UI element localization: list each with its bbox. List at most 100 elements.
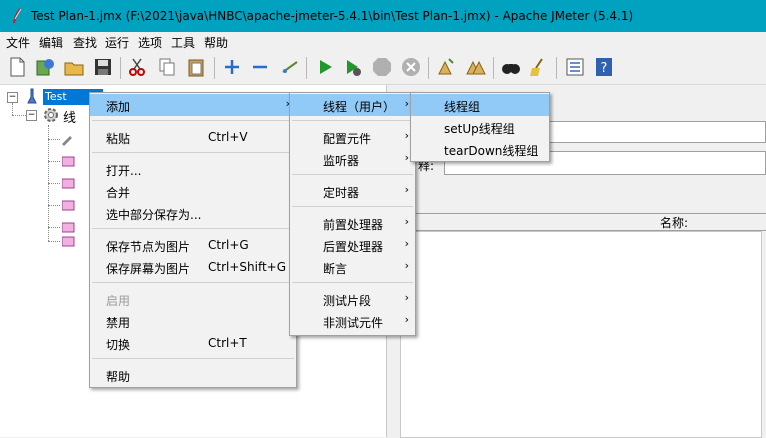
paste-icon[interactable] [185, 56, 207, 78]
tree-connector [12, 103, 13, 115]
menu-item-toggle[interactable]: 切换 Ctrl+T [90, 332, 296, 354]
start-icon[interactable] [314, 56, 336, 78]
menu-separator [292, 120, 413, 121]
context-menu: 添加 › 粘贴 Ctrl+V 打开... 合并 选中部分保存为... 保存节点为… [89, 92, 297, 388]
toolbar-separator [556, 57, 557, 79]
divider [390, 213, 766, 214]
toolbar-separator [493, 57, 494, 79]
tree-connector [48, 183, 60, 184]
table-header-name: 名称: [660, 216, 689, 230]
menu-bar: 文件 编辑 查找 运行 选项 工具 帮助 [0, 32, 766, 52]
shutdown-icon[interactable] [400, 56, 422, 78]
menu-item-enable: 启用 [106, 294, 131, 308]
jmeter-feather-icon [13, 8, 22, 23]
chevron-right-icon: › [404, 259, 409, 272]
tree-connector [48, 227, 60, 228]
toggle-icon[interactable] [279, 56, 301, 78]
menu-item-disable[interactable]: 禁用 [90, 310, 296, 332]
tree-connector [12, 115, 26, 116]
menu-file[interactable]: 文件 [6, 34, 30, 51]
reset-search-icon[interactable] [528, 56, 550, 78]
listener-icon [62, 178, 75, 189]
variables-table[interactable] [400, 231, 762, 438]
chevron-right-icon: › [404, 151, 409, 164]
menu-options[interactable]: 选项 [138, 34, 162, 51]
menu-separator [92, 358, 294, 359]
menu-search[interactable]: 查找 [73, 34, 97, 51]
cut-icon[interactable] [126, 56, 148, 78]
submenu-item-threads[interactable]: 线程（用户） › [290, 94, 415, 116]
menu-item-save-selection[interactable]: 选中部分保存为... [90, 202, 296, 224]
menu-run[interactable]: 运行 [105, 34, 129, 51]
toolbar-separator [120, 57, 121, 79]
save-icon[interactable] [92, 56, 114, 78]
submenu-item-thread-group[interactable]: 线程组 [411, 94, 549, 116]
submenu-item-setup-thread-group[interactable]: setUp线程组 [411, 116, 549, 138]
search-icon[interactable] [500, 56, 522, 78]
clear-icon[interactable] [435, 56, 457, 78]
toolbar-separator [428, 57, 429, 79]
listener-icon [62, 156, 75, 167]
chevron-right-icon: › [404, 183, 409, 196]
submenu-item-config[interactable]: 配置元件 › [290, 126, 415, 148]
submenu-item-assertion[interactable]: 断言 › [290, 256, 415, 278]
chevron-right-icon: › [404, 237, 409, 250]
chevron-right-icon: › [404, 215, 409, 228]
threads-submenu: 线程组 setUp线程组 tearDown线程组 [410, 92, 550, 162]
submenu-item-test-fragment[interactable]: 测试片段 › [290, 288, 415, 310]
tree-connector [48, 161, 60, 162]
tree-connector [48, 205, 60, 206]
menu-separator [292, 206, 413, 207]
toolbar: ? [0, 52, 766, 85]
menu-item-save-node-image[interactable]: 保存节点为图片 Ctrl+G [90, 234, 296, 256]
help-icon[interactable]: ? [593, 56, 615, 78]
collapse-icon[interactable] [249, 56, 271, 78]
submenu-item-non-test[interactable]: 非测试元件 › [290, 310, 415, 332]
tree-connector [48, 241, 60, 242]
add-submenu: 线程（用户） › 配置元件 › 监听器 › 定时器 › 前置处理器 › 后置处理… [289, 92, 416, 336]
menu-item-save-screen-image[interactable]: 保存屏幕为图片 Ctrl+Shift+G [90, 256, 296, 278]
collapse-toggle[interactable]: − [7, 92, 18, 103]
menu-edit[interactable]: 编辑 [39, 34, 63, 51]
start-no-pause-icon[interactable] [342, 56, 364, 78]
tree-node-thread-group[interactable]: 线 [63, 107, 76, 126]
title-bar: Test Plan-1.jmx (F:\2021\java\HNBC\apach… [0, 0, 766, 32]
menu-item-add[interactable]: 添加 › [90, 94, 296, 116]
menu-item-help[interactable]: 帮助 [90, 364, 296, 386]
submenu-item-post-processor[interactable]: 后置处理器 › [290, 234, 415, 256]
menu-separator [92, 120, 294, 121]
submenu-item-pre-processor[interactable]: 前置处理器 › [290, 212, 415, 234]
templates-icon[interactable] [34, 56, 56, 78]
svg-text:?: ? [601, 61, 608, 76]
menu-separator [92, 228, 294, 229]
toolbar-separator [306, 57, 307, 79]
new-icon[interactable] [6, 56, 28, 78]
menu-item-paste[interactable]: 粘贴 Ctrl+V [90, 126, 296, 148]
submenu-item-teardown-thread-group[interactable]: tearDown线程组 [411, 138, 549, 160]
sampler-icon [62, 136, 72, 146]
listener-icon [62, 222, 75, 233]
menu-separator [292, 174, 413, 175]
menu-tools[interactable]: 工具 [171, 34, 195, 51]
expand-icon[interactable] [221, 56, 243, 78]
menu-item-merge[interactable]: 合并 [90, 180, 296, 202]
collapse-toggle[interactable]: − [26, 110, 37, 121]
submenu-item-timer[interactable]: 定时器 › [290, 180, 415, 202]
tree-connector [48, 139, 60, 140]
stop-icon[interactable] [371, 56, 393, 78]
listener-icon [62, 200, 75, 211]
submenu-item-listener[interactable]: 监听器 › [290, 148, 415, 170]
toolbar-separator [214, 57, 215, 79]
chevron-right-icon: › [404, 313, 409, 326]
open-icon[interactable] [63, 56, 85, 78]
menu-item-open[interactable]: 打开... [90, 158, 296, 180]
thread-group-gear-icon [44, 108, 58, 122]
chevron-right-icon: › [404, 97, 409, 110]
copy-icon[interactable] [156, 56, 178, 78]
function-helper-icon[interactable] [564, 56, 586, 78]
menu-separator [92, 282, 294, 283]
clear-all-icon[interactable] [465, 56, 487, 78]
menu-separator [292, 282, 413, 283]
menu-help[interactable]: 帮助 [204, 34, 228, 51]
test-plan-icon [27, 88, 37, 104]
